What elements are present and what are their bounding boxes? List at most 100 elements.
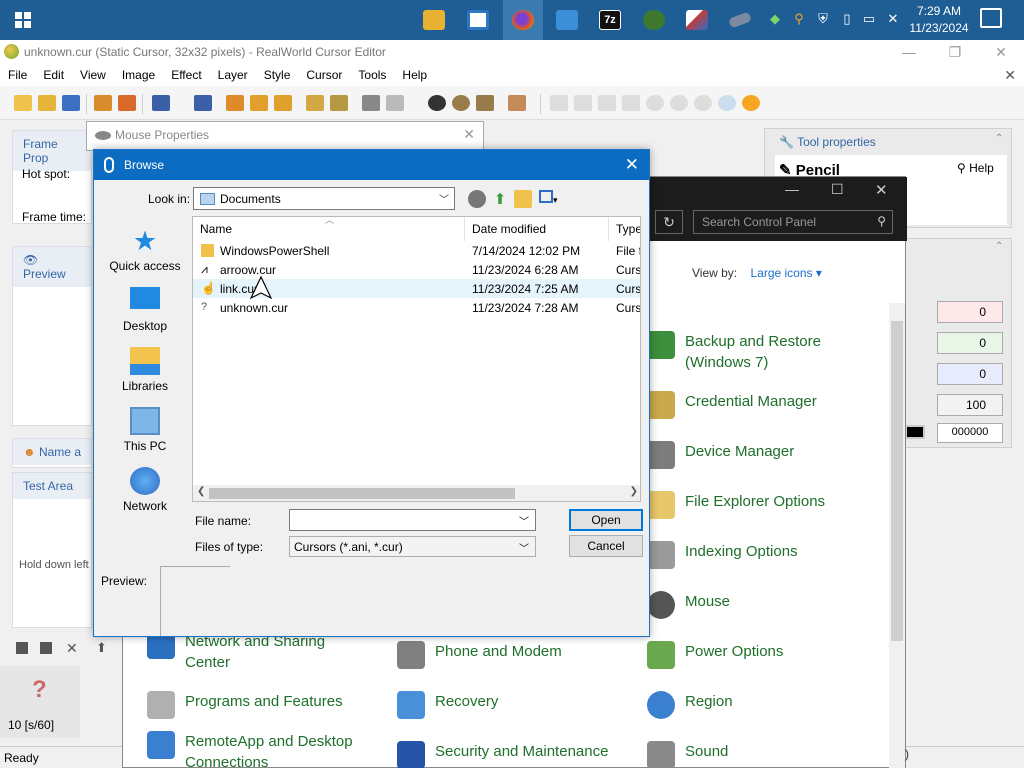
- blue-spinner[interactable]: 0: [937, 363, 1003, 385]
- place-quick-access[interactable]: ★ Quick access: [104, 227, 186, 273]
- busy-cursor-icon[interactable]: [670, 95, 688, 111]
- taskbar-network-app[interactable]: [634, 0, 674, 40]
- mouse-properties-close-button[interactable]: ✕: [463, 126, 475, 143]
- cp-close-button[interactable]: ✕: [875, 181, 888, 199]
- menu-tools[interactable]: Tools: [350, 68, 394, 82]
- user-icon[interactable]: [508, 95, 526, 111]
- maximize-button[interactable]: ❐: [932, 40, 978, 64]
- cp-item-phone-modem[interactable]: Phone and Modem: [397, 641, 562, 669]
- taskbar-control-panel[interactable]: [547, 0, 587, 40]
- cp-search-input[interactable]: Search Control Panel ⚲: [693, 210, 893, 234]
- tray-volume-icon[interactable]: ✕: [884, 10, 902, 28]
- cp-minimize-button[interactable]: —: [785, 181, 799, 197]
- cp-scrollbar[interactable]: [889, 303, 905, 768]
- move-frame-up-icon[interactable]: ⬆: [96, 640, 107, 656]
- new-icon[interactable]: [14, 95, 32, 111]
- browse-close-button[interactable]: ✕: [625, 155, 639, 175]
- hand-cursor-icon[interactable]: [622, 95, 640, 111]
- new-folder-icon[interactable]: [514, 190, 532, 208]
- export-icon[interactable]: [118, 95, 136, 111]
- taskbar-firefox[interactable]: [503, 0, 543, 40]
- clock-cursor-icon[interactable]: [646, 95, 664, 111]
- cp-item-indexing[interactable]: Indexing Options: [647, 541, 798, 569]
- taskbar-clock[interactable]: 7:29 AM 11/23/2024: [906, 3, 972, 37]
- taskbar-7zip[interactable]: 7z: [590, 0, 630, 40]
- color-swatch[interactable]: [905, 425, 925, 439]
- alpha-spinner[interactable]: 100: [937, 394, 1003, 416]
- cp-item-recovery[interactable]: Recovery: [397, 691, 498, 719]
- cp-item-programs[interactable]: Programs and Features: [147, 691, 343, 719]
- cp-maximize-button[interactable]: ☐: [831, 181, 844, 198]
- shape-tool-icon[interactable]: [476, 95, 494, 111]
- zoom-icon[interactable]: [362, 95, 380, 111]
- cut-icon[interactable]: [226, 95, 244, 111]
- taskbar-cursor-editor[interactable]: [720, 0, 760, 40]
- undo-icon[interactable]: [152, 95, 170, 111]
- crop-icon[interactable]: [330, 95, 348, 111]
- menu-effect[interactable]: Effect: [163, 68, 209, 82]
- add-frame-icon[interactable]: [16, 642, 28, 654]
- cp-item-remoteapp[interactable]: RemoteApp and Desktop Connections: [147, 731, 367, 768]
- ring-cursor-icon[interactable]: [694, 95, 712, 111]
- files-of-type-select[interactable]: Cursors (*.ani, *.cur) ﹀: [289, 536, 536, 557]
- scroll-right-icon[interactable]: ❯: [630, 486, 638, 497]
- back-button[interactable]: [468, 190, 486, 208]
- document-close-icon[interactable]: ✕: [1004, 67, 1016, 84]
- tray-display-icon[interactable]: ▭: [860, 10, 878, 28]
- help-link[interactable]: ⚲ Help: [957, 161, 994, 175]
- hscroll-thumb[interactable]: [209, 488, 515, 499]
- up-folder-icon[interactable]: ⬆: [491, 190, 509, 208]
- taskbar-file-explorer[interactable]: [414, 0, 454, 40]
- crosshair-icon[interactable]: [598, 95, 616, 111]
- tray-shield-icon[interactable]: ⛨: [814, 10, 832, 28]
- taskbar-window-app[interactable]: [458, 0, 498, 40]
- place-network[interactable]: Network: [104, 467, 186, 513]
- file-row[interactable]: ? unknown.cur 11/23/2024 7:28 AM Cursor: [193, 298, 640, 317]
- taskbar-paint-app[interactable]: [677, 0, 717, 40]
- cp-item-mouse[interactable]: Mouse: [647, 591, 730, 619]
- view-menu-button[interactable]: ▾: [539, 190, 565, 208]
- menu-view[interactable]: View: [72, 68, 114, 82]
- notification-icon[interactable]: [980, 8, 1002, 28]
- cp-item-network[interactable]: Network and Sharing Center: [147, 631, 357, 673]
- menu-image[interactable]: Image: [114, 68, 163, 82]
- spinner-cursor-icon[interactable]: [718, 95, 736, 111]
- column-type[interactable]: Type: [616, 222, 640, 236]
- open-button[interactable]: Open: [569, 509, 643, 531]
- select-icon[interactable]: [306, 95, 324, 111]
- column-date-modified[interactable]: Date modified: [472, 222, 546, 236]
- cp-item-device-manager[interactable]: Device Manager: [647, 441, 794, 469]
- cp-item-credential[interactable]: Credential Manager: [647, 391, 817, 419]
- minimize-button[interactable]: —: [886, 40, 932, 64]
- look-in-dropdown[interactable]: Documents ﹀: [193, 187, 455, 210]
- start-button[interactable]: [0, 0, 46, 40]
- red-spinner[interactable]: 0: [937, 301, 1003, 323]
- green-spinner[interactable]: 0: [937, 332, 1003, 354]
- file-list-hscrollbar[interactable]: ❮ ❯: [193, 485, 640, 501]
- delete-frame-icon[interactable]: ✕: [66, 640, 78, 657]
- cancel-button[interactable]: Cancel: [569, 535, 643, 557]
- menu-edit[interactable]: Edit: [35, 68, 72, 82]
- view-by-dropdown[interactable]: Large icons ▾: [750, 266, 821, 280]
- question-cursor-icon[interactable]: [574, 95, 592, 111]
- tray-usb-icon[interactable]: ▯: [838, 10, 856, 28]
- hex-color-input[interactable]: 000000: [937, 423, 1003, 443]
- cp-item-backup[interactable]: Backup and Restore (Windows 7): [647, 331, 867, 373]
- open-icon[interactable]: [38, 95, 56, 111]
- tray-network-icon[interactable]: ◆: [766, 10, 784, 28]
- circle-tool-icon[interactable]: [452, 95, 470, 111]
- place-libraries[interactable]: Libraries: [104, 347, 186, 393]
- refresh-button[interactable]: ↻: [655, 210, 683, 234]
- brightness-icon[interactable]: [428, 95, 446, 111]
- menu-help[interactable]: Help: [394, 68, 435, 82]
- menu-file[interactable]: File: [0, 68, 35, 82]
- help-cursor-icon[interactable]: [386, 95, 404, 111]
- file-row[interactable]: WindowsPowerShell 7/14/2024 12:02 PM Fil…: [193, 241, 640, 260]
- scroll-left-icon[interactable]: ❮: [197, 486, 205, 497]
- cp-item-file-explorer-options[interactable]: File Explorer Options: [647, 491, 825, 519]
- insert-frame-icon[interactable]: [40, 642, 52, 654]
- collapse-icon[interactable]: ⌃: [995, 133, 1003, 144]
- cp-item-power[interactable]: Power Options: [647, 641, 783, 669]
- redo-icon[interactable]: [194, 95, 212, 111]
- menu-style[interactable]: Style: [256, 68, 299, 82]
